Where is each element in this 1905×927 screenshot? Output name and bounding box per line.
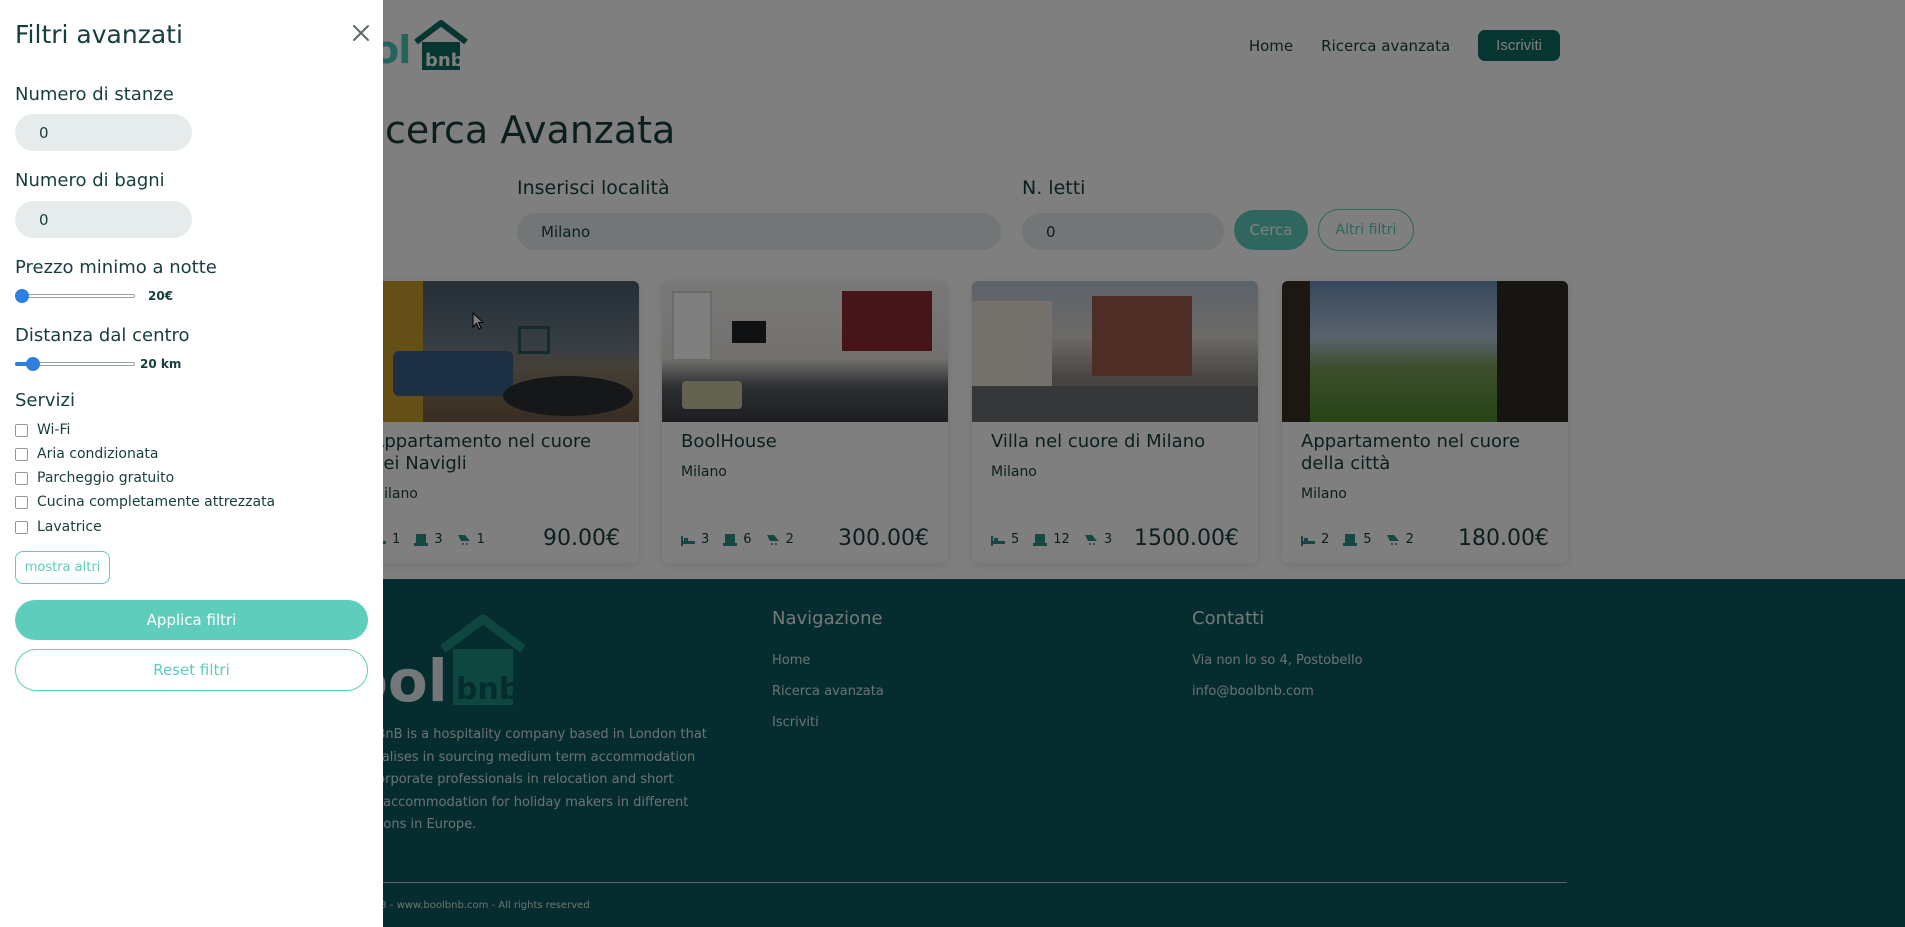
service-label: Parcheggio gratuito <box>37 470 175 486</box>
slider-thumb[interactable] <box>26 357 40 371</box>
min-price-slider[interactable] <box>15 289 135 303</box>
distance-value: 20 km <box>140 357 182 371</box>
service-label: Lavatrice <box>37 519 102 535</box>
slider-track <box>15 294 135 298</box>
parking-checkbox[interactable] <box>15 471 28 485</box>
washing-machine-checkbox[interactable] <box>15 520 28 534</box>
service-free-parking[interactable]: Parcheggio gratuito <box>15 470 174 486</box>
close-icon[interactable] <box>350 22 372 44</box>
min-price-value: 20€ <box>148 289 174 303</box>
distance-slider[interactable] <box>15 357 135 371</box>
slider-thumb[interactable] <box>15 289 29 303</box>
service-washing-machine[interactable]: Lavatrice <box>15 519 102 535</box>
advanced-filters-panel: Filtri avanzati Numero di stanze 0 Numer… <box>0 0 383 927</box>
rooms-label: Numero di stanze <box>15 84 174 105</box>
service-air-conditioning[interactable]: Aria condizionata <box>15 446 159 462</box>
reset-filters-button[interactable]: Reset filtri <box>15 649 368 691</box>
apply-filters-button[interactable]: Applica filtri <box>15 600 368 640</box>
min-price-label: Prezzo minimo a notte <box>15 257 217 278</box>
service-wifi[interactable]: Wi-Fi <box>15 422 70 438</box>
baths-input[interactable]: 0 <box>15 201 192 238</box>
kitchen-checkbox[interactable] <box>15 495 28 509</box>
rooms-input[interactable]: 0 <box>15 114 192 151</box>
baths-label: Numero di bagni <box>15 170 165 191</box>
show-more-services-button[interactable]: mostra altri <box>15 551 110 584</box>
services-label: Servizi <box>15 390 76 411</box>
wifi-checkbox[interactable] <box>15 423 28 437</box>
filters-panel-title: Filtri avanzati <box>15 20 183 49</box>
service-label: Aria condizionata <box>37 446 159 462</box>
service-label: Wi-Fi <box>37 422 71 438</box>
service-label: Cucina completamente attrezzata <box>37 494 276 510</box>
distance-label: Distanza dal centro <box>15 325 190 346</box>
air-conditioning-checkbox[interactable] <box>15 447 28 461</box>
service-kitchen[interactable]: Cucina completamente attrezzata <box>15 494 275 510</box>
